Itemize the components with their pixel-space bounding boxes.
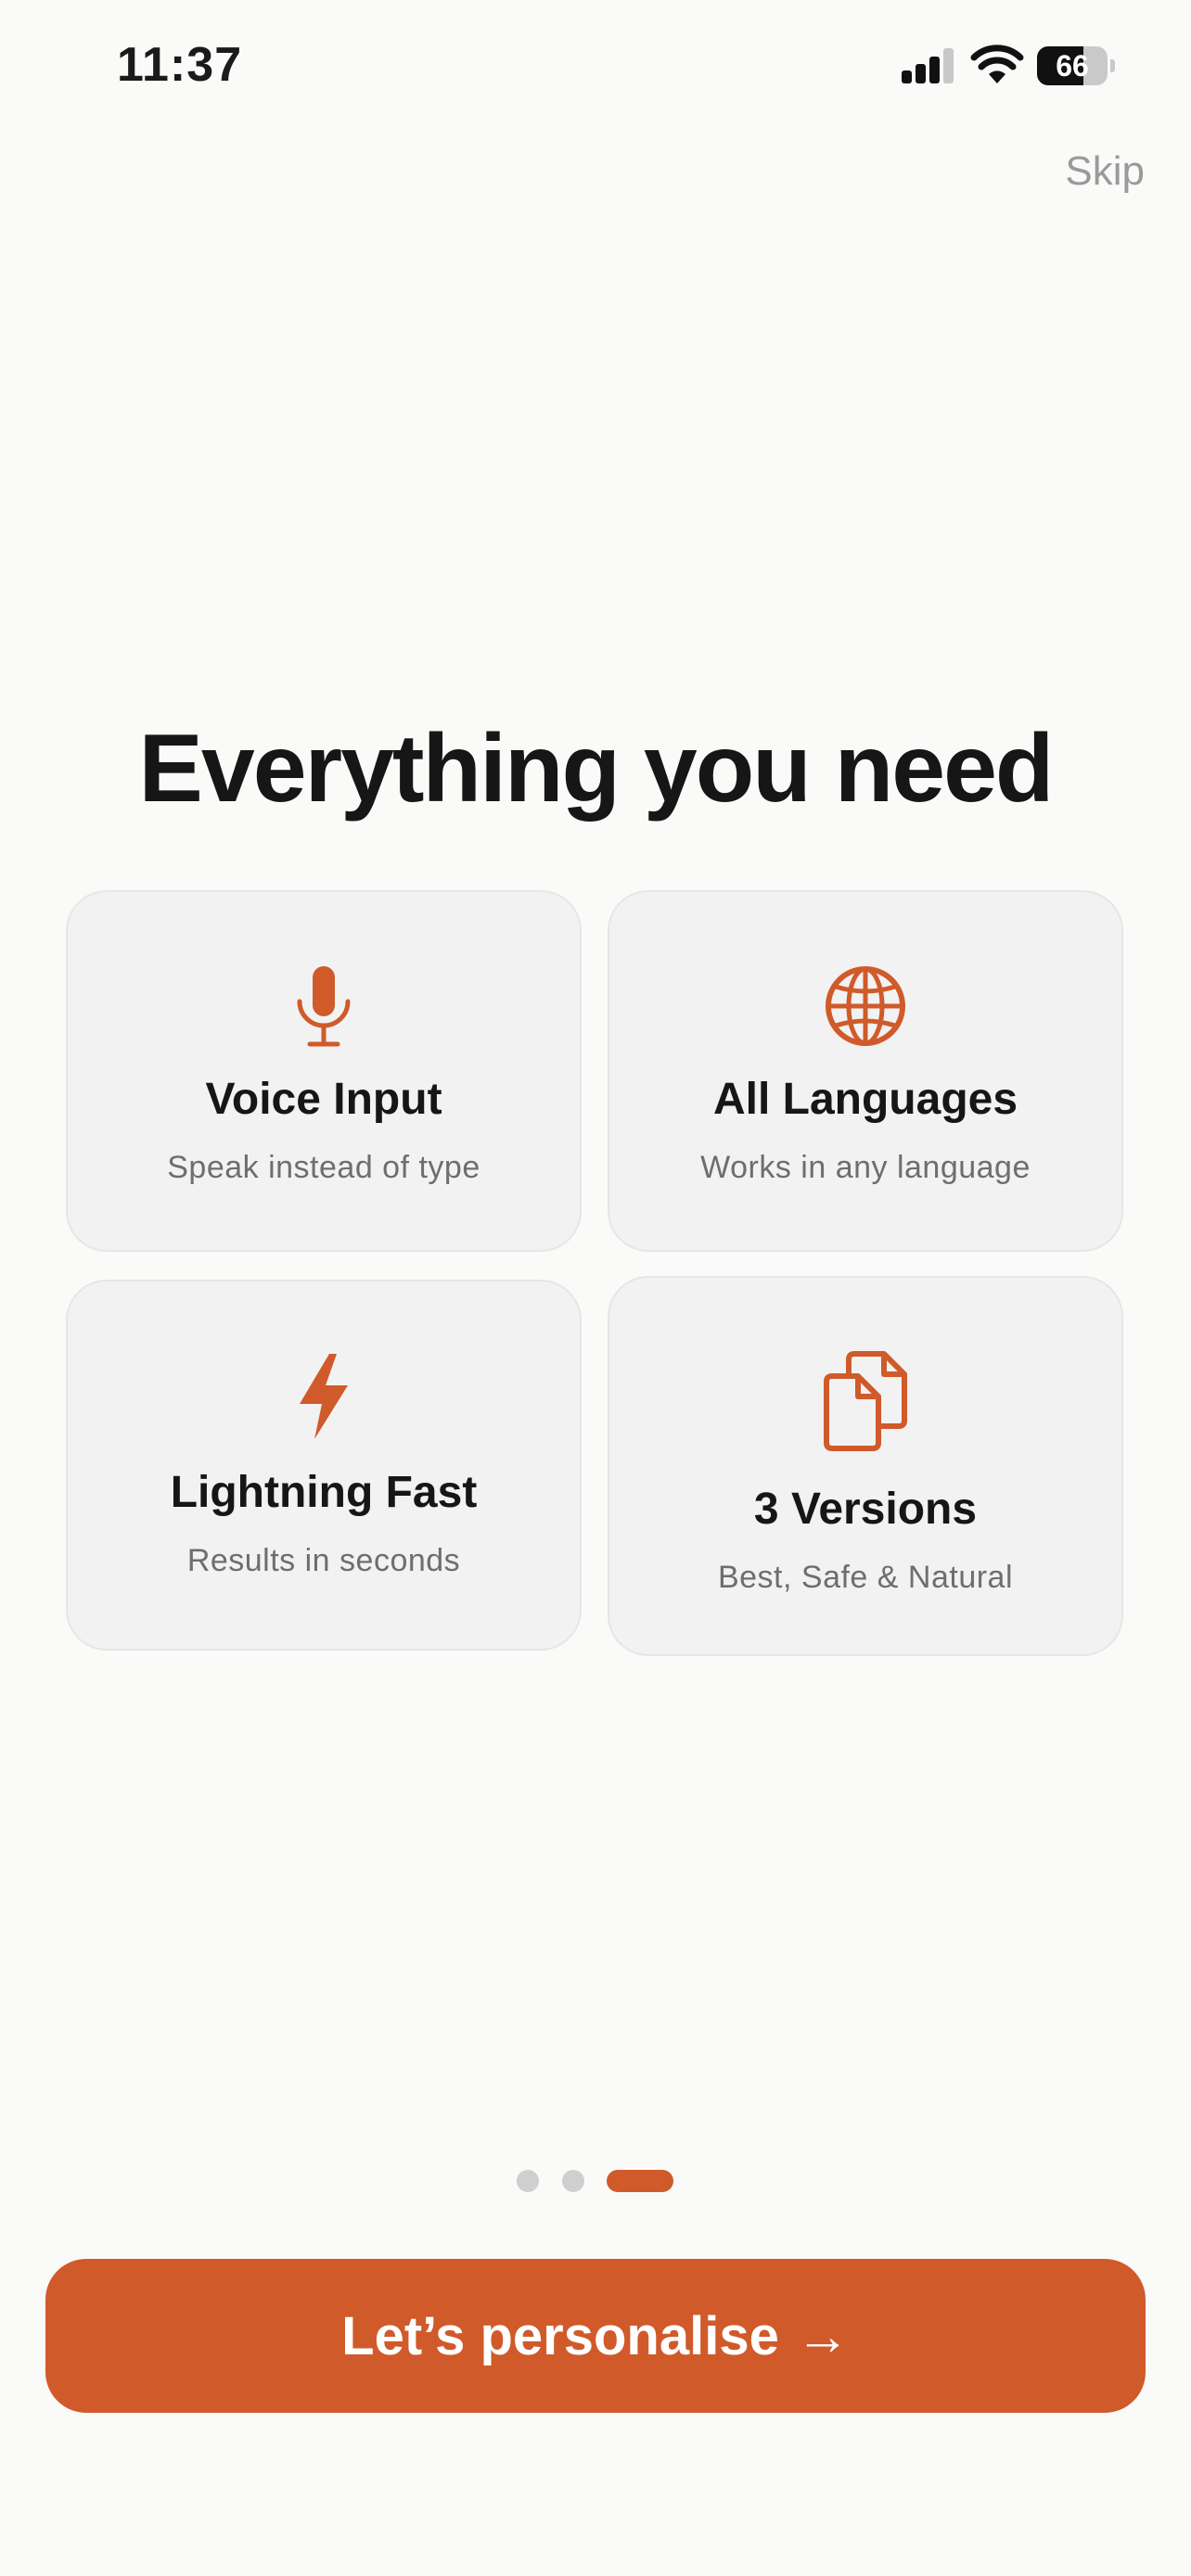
status-bar: 11:37 66 [0, 0, 1191, 139]
page-title: Everything you need [138, 715, 1055, 823]
cellular-signal-icon [902, 48, 955, 83]
feature-card-voice-input: Voice Input Speak instead of type [66, 890, 582, 1252]
feature-subtitle: Best, Safe & Natural [717, 1560, 1014, 1595]
page-indicator [0, 2170, 1191, 2192]
status-time: 11:37 [117, 38, 243, 92]
feature-card-all-languages: All Languages Works in any language [608, 890, 1123, 1252]
wifi-icon [970, 45, 1024, 85]
skip-button[interactable]: Skip [1065, 148, 1145, 195]
microphone-icon [68, 964, 580, 1050]
documents-icon [609, 1350, 1121, 1452]
page-dot[interactable] [562, 2170, 584, 2192]
feature-card-3-versions: 3 Versions Best, Safe & Natural [608, 1276, 1123, 1656]
feature-card-lightning-fast: Lightning Fast Results in seconds [66, 1280, 582, 1651]
feature-subtitle: Results in seconds [186, 1543, 461, 1578]
battery-icon: 66 [1037, 46, 1117, 85]
feature-title: All Languages [712, 1075, 1018, 1124]
feature-title: 3 Versions [753, 1485, 978, 1534]
page-dot-active[interactable] [607, 2170, 673, 2192]
globe-icon [609, 964, 1121, 1048]
personalise-button-label: Let’s personalise [341, 2305, 779, 2366]
personalise-button[interactable]: Let’s personalise → [45, 2259, 1146, 2413]
page-dot[interactable] [517, 2170, 539, 2192]
lightning-bolt-icon [68, 1352, 580, 1441]
arrow-right-icon: → [795, 2305, 850, 2366]
feature-grid: Voice Input Speak instead of type All La… [66, 890, 1125, 1660]
battery-level: 66 [1056, 49, 1089, 83]
feature-subtitle: Speak instead of type [167, 1150, 480, 1185]
feature-title: Lightning Fast [170, 1468, 478, 1517]
feature-subtitle: Works in any language [700, 1150, 1031, 1185]
feature-title: Voice Input [205, 1075, 442, 1124]
